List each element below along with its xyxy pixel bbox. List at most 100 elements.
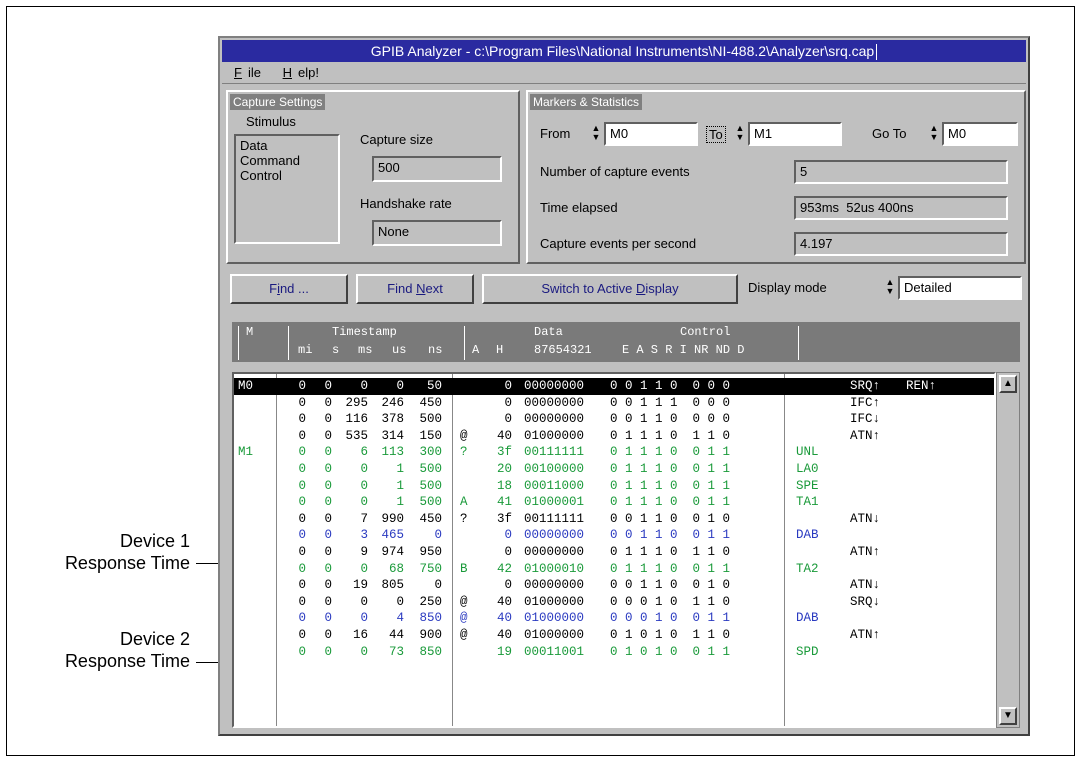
table-row[interactable]: 0 0 0 1 500 20 00100000 0 1 1 1 0 0 1 1 LA0 [234, 461, 994, 478]
cell-mi: 0 [298, 594, 306, 609]
stimulus-item-control[interactable]: Control [240, 168, 334, 183]
table-row[interactable]: 0 0 7 990 450? 3f 00111111 0 0 1 1 0 0 1 0 ATN↓ [234, 511, 994, 528]
cell-ctl: 0 0 0 1 0 0 1 1 [610, 611, 731, 626]
display-mode-spinner-icon[interactable]: ▲ ▼ [884, 278, 896, 300]
cell-mi: 0 [298, 462, 306, 476]
capture-table[interactable]: M0 0 0 0 0 50 0 00000000 0 0 1 1 0 0 0 0 SRQ↑ REN↑… [232, 372, 996, 728]
cell-bits: 00100000 [524, 462, 585, 476]
cell-line: ATN↑ [850, 545, 881, 559]
switch-display-button[interactable]: Switch to Active Display [482, 274, 738, 304]
cell-ns: 500 [419, 495, 442, 510]
cell-ns: 950 [419, 545, 442, 559]
cell-h: 20 [496, 462, 512, 476]
cell-ns: 750 [419, 561, 442, 576]
cell-us: 314 [381, 428, 404, 443]
cell-h: 0 [504, 528, 512, 543]
cell-line: IFC↑ [850, 395, 881, 410]
cell-s: 0 [324, 478, 332, 493]
cell-s: 0 [324, 578, 332, 593]
capture-events-label: Number of capture events [540, 164, 690, 179]
find-button[interactable]: Find ... [230, 274, 348, 304]
find-next-button[interactable]: Find Next [356, 274, 474, 304]
time-elapsed-label: Time elapsed [540, 200, 618, 215]
cell-ns: 150 [419, 428, 442, 443]
cell-ns: 500 [419, 478, 442, 493]
handshake-rate-field[interactable]: None [372, 220, 502, 246]
goto-spinner-icon[interactable]: ▲ ▼ [928, 124, 940, 146]
to-label: To [706, 126, 726, 143]
cell-ctl: 0 1 1 1 0 0 1 1 [610, 561, 731, 576]
menu-help[interactable]: Help! [277, 65, 319, 80]
stimulus-item-data[interactable]: Data [240, 138, 334, 153]
table-row[interactable]: 0 0 116 378 500 0 00000000 0 0 1 1 0 0 0 0 IFC↓ [234, 411, 994, 428]
device1-annotation: Device 1 Response Time [40, 530, 190, 574]
vertical-scrollbar[interactable]: ▲ ▼ [996, 372, 1020, 728]
arrow-up-icon[interactable]: ▲ [999, 375, 1017, 393]
col-ts-mi: mi [298, 343, 313, 357]
device1-label-line1: Device 1 [119, 531, 190, 551]
cell-ms: 0 [360, 379, 368, 393]
cell-s: 0 [324, 412, 332, 427]
menu-file[interactable]: File [228, 65, 261, 80]
cell-line: ATN↑ [850, 428, 881, 443]
col-timestamp-header: Timestamp [332, 325, 397, 339]
cell-ns: 900 [419, 628, 442, 642]
table-row[interactable]: 0 0 295 246 450 0 00000000 0 0 1 1 1 0 0 0 IFC↑ [234, 395, 994, 412]
cell-m: M1 [238, 445, 254, 460]
cell-ms: 16 [352, 628, 368, 642]
goto-marker-input[interactable]: M0 [942, 122, 1018, 146]
cell-mi: 0 [298, 611, 306, 626]
stimulus-list[interactable]: Data Command Control [234, 134, 340, 244]
cell-us: 4 [396, 611, 404, 626]
cell-ctl: 0 1 1 1 0 1 1 0 [610, 545, 731, 559]
col-m-header: M [246, 325, 254, 339]
to-spinner-icon[interactable]: ▲ ▼ [734, 124, 746, 146]
cell-h: 0 [504, 545, 512, 559]
table-row[interactable]: 0 0 0 73 850 19 00011001 0 1 0 1 0 0 1 1 SPD [234, 644, 994, 661]
cell-cmd: SPE [796, 478, 819, 493]
title-bar: GPIB Analyzer - c:\Program Files\Nationa… [222, 40, 1026, 62]
table-row[interactable]: 0 0 9 974 950 0 00000000 0 1 1 1 0 1 1 0 ATN↑ [234, 544, 994, 561]
device2-annotation: Device 2 Response Time [40, 628, 190, 672]
cell-ctl: 0 1 1 1 0 0 1 1 [610, 462, 731, 476]
display-mode-input[interactable]: Detailed [898, 276, 1022, 300]
cell-mi: 0 [298, 412, 306, 427]
from-spinner-icon[interactable]: ▲ ▼ [590, 124, 602, 146]
cell-ns: 850 [419, 611, 442, 626]
from-marker-input[interactable]: M0 [604, 122, 698, 146]
cell-ms: 19 [352, 578, 368, 593]
table-row[interactable]: 0 0 16 44 900 @40 01000000 0 1 0 1 0 1 1 0 ATN↑ [234, 627, 994, 644]
table-row[interactable]: M1 0 0 6 113 300? 3f 00111111 0 1 1 1 0 0 1 1 UNL [234, 444, 994, 461]
table-row[interactable]: 0 0 535 314 150 @40 01000000 0 1 1 1 0 1 1 0 ATN… [234, 428, 994, 445]
cell-s: 0 [324, 379, 332, 393]
table-row[interactable]: M0 0 0 0 0 50 0 00000000 0 0 1 1 0 0 0 0 SRQ↑ REN↑ [234, 378, 994, 395]
goto-label: Go To [872, 126, 907, 141]
table-row[interactable]: 0 0 3 465 0 0 00000000 0 0 1 1 0 0 1 1 DAB [234, 527, 994, 544]
table-row[interactable]: 0 0 0 68 750 B 42 01000010 0 1 1 1 0 0 1 1 TA2 [234, 561, 994, 578]
table-row[interactable]: 0 0 19 805 0 0 00000000 0 0 1 1 0 0 1 0 ATN↓ [234, 577, 994, 594]
to-marker-input[interactable]: M1 [748, 122, 842, 146]
cell-s: 0 [324, 561, 332, 576]
cell-bits: 01000001 [524, 495, 585, 510]
table-row[interactable]: 0 0 0 1 500 A 41 01000001 0 1 1 1 0 0 1 1 TA1 [234, 494, 994, 511]
cell-cmd: DAB [796, 611, 819, 626]
col-control-flags: E A S R I NR ND D [622, 343, 745, 357]
table-row[interactable]: 0 0 0 4 850 @40 01000000 0 0 0 1 0 0 1 1 DAB [234, 610, 994, 627]
cell-cmd: LA0 [796, 462, 819, 476]
cell-s: 0 [324, 628, 332, 642]
arrow-down-icon[interactable]: ▼ [999, 707, 1017, 725]
cell-ms: 9 [360, 545, 368, 559]
capture-size-label: Capture size [360, 132, 433, 147]
cell-h: 40 [496, 628, 512, 642]
table-row[interactable]: 0 0 0 1 500 18 00011000 0 1 1 1 0 0 1 1 SPE [234, 478, 994, 495]
cell-h: 3f [496, 511, 512, 526]
capture-size-field[interactable]: 500 [372, 156, 502, 182]
stimulus-item-command[interactable]: Command [240, 153, 334, 168]
col-ts-us: us [392, 343, 407, 357]
cell-ctl: 0 0 1 1 0 0 1 0 [610, 578, 731, 593]
cell-mi: 0 [298, 561, 306, 576]
cell-h: 40 [496, 611, 512, 626]
markers-statistics-group: Markers & Statistics From ▲ ▼ M0 To ▲ ▼ M1… [526, 90, 1026, 264]
table-row[interactable]: 0 0 0 0 250 @40 01000000 0 0 0 1 0 1 1 0 SRQ↓ [234, 594, 994, 611]
cell-ns: 450 [419, 511, 442, 526]
